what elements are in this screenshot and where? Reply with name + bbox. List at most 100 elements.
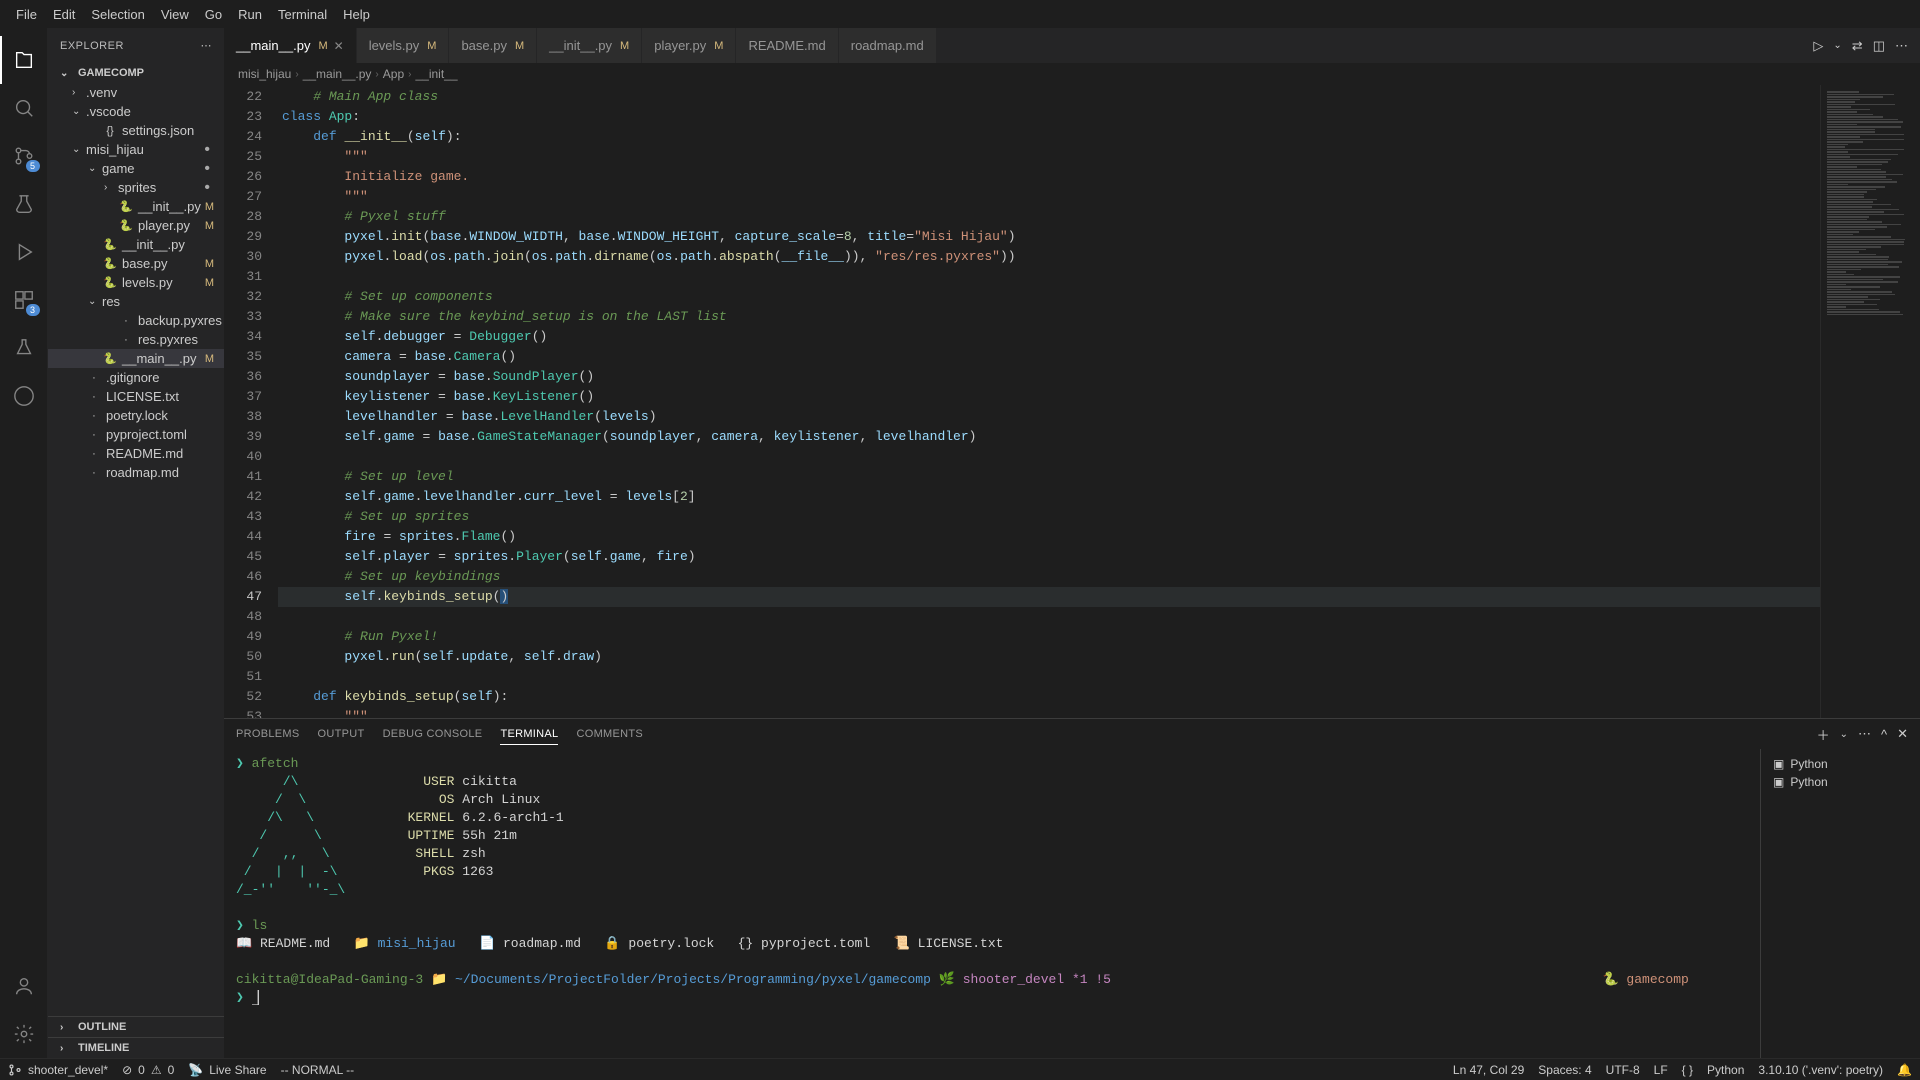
ext-badge: 3 <box>26 304 40 316</box>
menu-edit[interactable]: Edit <box>45 3 83 26</box>
terminal[interactable]: ❯ afetch /\ USER cikitta / \ OS Arch Lin… <box>224 749 1760 1058</box>
breadcrumb-segment[interactable]: misi_hijau <box>238 67 291 81</box>
activitybar: 5 3 <box>0 28 48 1058</box>
cursor-position[interactable]: Ln 47, Col 29 <box>1453 1063 1524 1077</box>
testing-icon[interactable] <box>0 180 48 228</box>
tree-item[interactable]: 🐍__init__.py <box>48 235 224 254</box>
close-panel-icon[interactable]: ✕ <box>1897 726 1908 742</box>
editor-area: __main__.pyM✕levels.pyMbase.pyM__init__.… <box>224 28 1920 1058</box>
tree-item[interactable]: ›.venv <box>48 83 224 102</box>
account-icon[interactable] <box>0 962 48 1010</box>
breadcrumb-segment[interactable]: __main__.py <box>303 67 372 81</box>
code-editor[interactable]: # Main App classclass App: def __init__(… <box>278 85 1820 718</box>
vim-mode-indicator: -- NORMAL -- <box>281 1063 355 1077</box>
sidebar-more-icon[interactable]: ⋯ <box>201 39 213 52</box>
panel-tab-comments[interactable]: COMMENTS <box>576 724 643 744</box>
editor-tab[interactable]: player.pyM <box>642 28 736 63</box>
panel-tabs: PROBLEMS OUTPUT DEBUG CONSOLE TERMINAL COMME… <box>224 719 1920 749</box>
problems-indicator[interactable]: ⊘0 ⚠0 <box>122 1063 174 1077</box>
outline-section[interactable]: ›OUTLINE <box>48 1016 224 1037</box>
brackets-indicator[interactable]: { } <box>1682 1063 1693 1077</box>
menubar: FileEditSelectionViewGoRunTerminalHelp <box>0 0 1920 28</box>
menu-help[interactable]: Help <box>335 3 378 26</box>
statusbar: shooter_devel* ⊘0 ⚠0 📡Live Share -- NORM… <box>0 1058 1920 1080</box>
editor-tab[interactable]: __init__.pyM <box>537 28 642 63</box>
tree-item[interactable]: ·roadmap.md <box>48 463 224 482</box>
tree-item[interactable]: ·.gitignore <box>48 368 224 387</box>
editor-tab[interactable]: README.md <box>736 28 838 63</box>
editor-tab[interactable]: levels.pyM <box>357 28 450 63</box>
encoding[interactable]: UTF-8 <box>1606 1063 1640 1077</box>
bottom-panel: PROBLEMS OUTPUT DEBUG CONSOLE TERMINAL COMME… <box>224 718 1920 1058</box>
tree-item[interactable]: ·backup.pyxres <box>48 311 224 330</box>
tree-item[interactable]: ⌄.vscode <box>48 102 224 121</box>
run-file-icon[interactable]: ▷ <box>1813 38 1823 54</box>
extensions-icon[interactable]: 3 <box>0 276 48 324</box>
tree-item[interactable]: 🐍__init__.pyM <box>48 197 224 216</box>
editor-tab[interactable]: roadmap.md <box>839 28 937 63</box>
editor-tab[interactable]: base.pyM <box>449 28 537 63</box>
menu-run[interactable]: Run <box>230 3 270 26</box>
menu-go[interactable]: Go <box>197 3 230 26</box>
beaker-icon[interactable] <box>0 324 48 372</box>
tree-item[interactable]: ·pyproject.toml <box>48 425 224 444</box>
terminal-instance[interactable]: ▣Python <box>1769 755 1912 773</box>
panel-tab-problems[interactable]: PROBLEMS <box>236 724 300 744</box>
tree-item[interactable]: ·poetry.lock <box>48 406 224 425</box>
tree-item[interactable]: ⌄misi_hijau• <box>48 140 224 159</box>
sidebar-folder-title[interactable]: ⌄GAMECOMP <box>48 63 224 83</box>
panel-more-icon[interactable]: ⋯ <box>1858 726 1871 742</box>
panel-tab-debug-console[interactable]: DEBUG CONSOLE <box>383 724 483 744</box>
eol[interactable]: LF <box>1654 1063 1668 1077</box>
search-icon[interactable] <box>0 84 48 132</box>
sidebar-header-label: EXPLORER <box>60 40 124 52</box>
menu-view[interactable]: View <box>153 3 197 26</box>
menu-terminal[interactable]: Terminal <box>270 3 335 26</box>
new-terminal-icon[interactable]: ＋ <box>1817 725 1830 744</box>
close-tab-icon[interactable]: ✕ <box>334 39 344 53</box>
editor-more-icon[interactable]: ⋯ <box>1895 38 1908 54</box>
tree-item[interactable]: ·LICENSE.txt <box>48 387 224 406</box>
breadcrumb[interactable]: misi_hijau›__main__.py›App›__init__ <box>224 63 1920 85</box>
language-mode[interactable]: Python <box>1707 1063 1744 1077</box>
file-tree: ›.venv⌄.vscode{}settings.json⌄misi_hijau… <box>48 83 224 1016</box>
maximize-panel-icon[interactable]: ^ <box>1881 727 1887 742</box>
settings-gear-icon[interactable] <box>0 1010 48 1058</box>
terminal-instance[interactable]: ▣Python <box>1769 773 1912 791</box>
branch-indicator[interactable]: shooter_devel* <box>8 1063 108 1077</box>
tree-item[interactable]: 🐍player.pyM <box>48 216 224 235</box>
split-editor-icon[interactable]: ◫ <box>1873 38 1885 54</box>
tree-item[interactable]: ·README.md <box>48 444 224 463</box>
python-interpreter[interactable]: 3.10.10 ('.venv': poetry) <box>1758 1063 1883 1077</box>
panel-tab-output[interactable]: OUTPUT <box>318 724 365 744</box>
explorer-icon[interactable] <box>0 36 48 84</box>
minimap[interactable] <box>1820 85 1920 718</box>
menu-selection[interactable]: Selection <box>83 3 152 26</box>
terminal-dropdown-icon[interactable]: ⌄ <box>1840 729 1848 740</box>
github-icon[interactable] <box>0 372 48 420</box>
run-debug-icon[interactable] <box>0 228 48 276</box>
terminal-icon: ▣ <box>1773 775 1784 789</box>
tree-item[interactable]: 🐍base.pyM <box>48 254 224 273</box>
tree-item[interactable]: {}settings.json <box>48 121 224 140</box>
timeline-section[interactable]: ›TIMELINE <box>48 1037 224 1058</box>
liveshare-button[interactable]: 📡Live Share <box>188 1063 266 1077</box>
breadcrumb-segment[interactable]: App <box>383 67 404 81</box>
tree-item[interactable]: ·res.pyxres <box>48 330 224 349</box>
panel-tab-terminal[interactable]: TERMINAL <box>500 724 558 745</box>
diff-icon[interactable]: ⇄ <box>1852 38 1863 54</box>
breadcrumb-segment[interactable]: __init__ <box>415 67 457 81</box>
editor-tab[interactable]: __main__.pyM✕ <box>224 28 357 63</box>
tree-item[interactable]: ›sprites• <box>48 178 224 197</box>
indentation[interactable]: Spaces: 4 <box>1538 1063 1591 1077</box>
menu-file[interactable]: File <box>8 3 45 26</box>
source-control-icon[interactable]: 5 <box>0 132 48 180</box>
tree-item[interactable]: ⌄game• <box>48 159 224 178</box>
tabs-bar: __main__.pyM✕levels.pyMbase.pyM__init__.… <box>224 28 1920 63</box>
run-dropdown-icon[interactable]: ⌄ <box>1833 40 1841 51</box>
notifications-icon[interactable]: 🔔 <box>1897 1063 1912 1077</box>
tree-item[interactable]: 🐍__main__.pyM <box>48 349 224 368</box>
tree-item[interactable]: 🐍levels.pyM <box>48 273 224 292</box>
terminal-icon: ▣ <box>1773 757 1784 771</box>
tree-item[interactable]: ⌄res <box>48 292 224 311</box>
